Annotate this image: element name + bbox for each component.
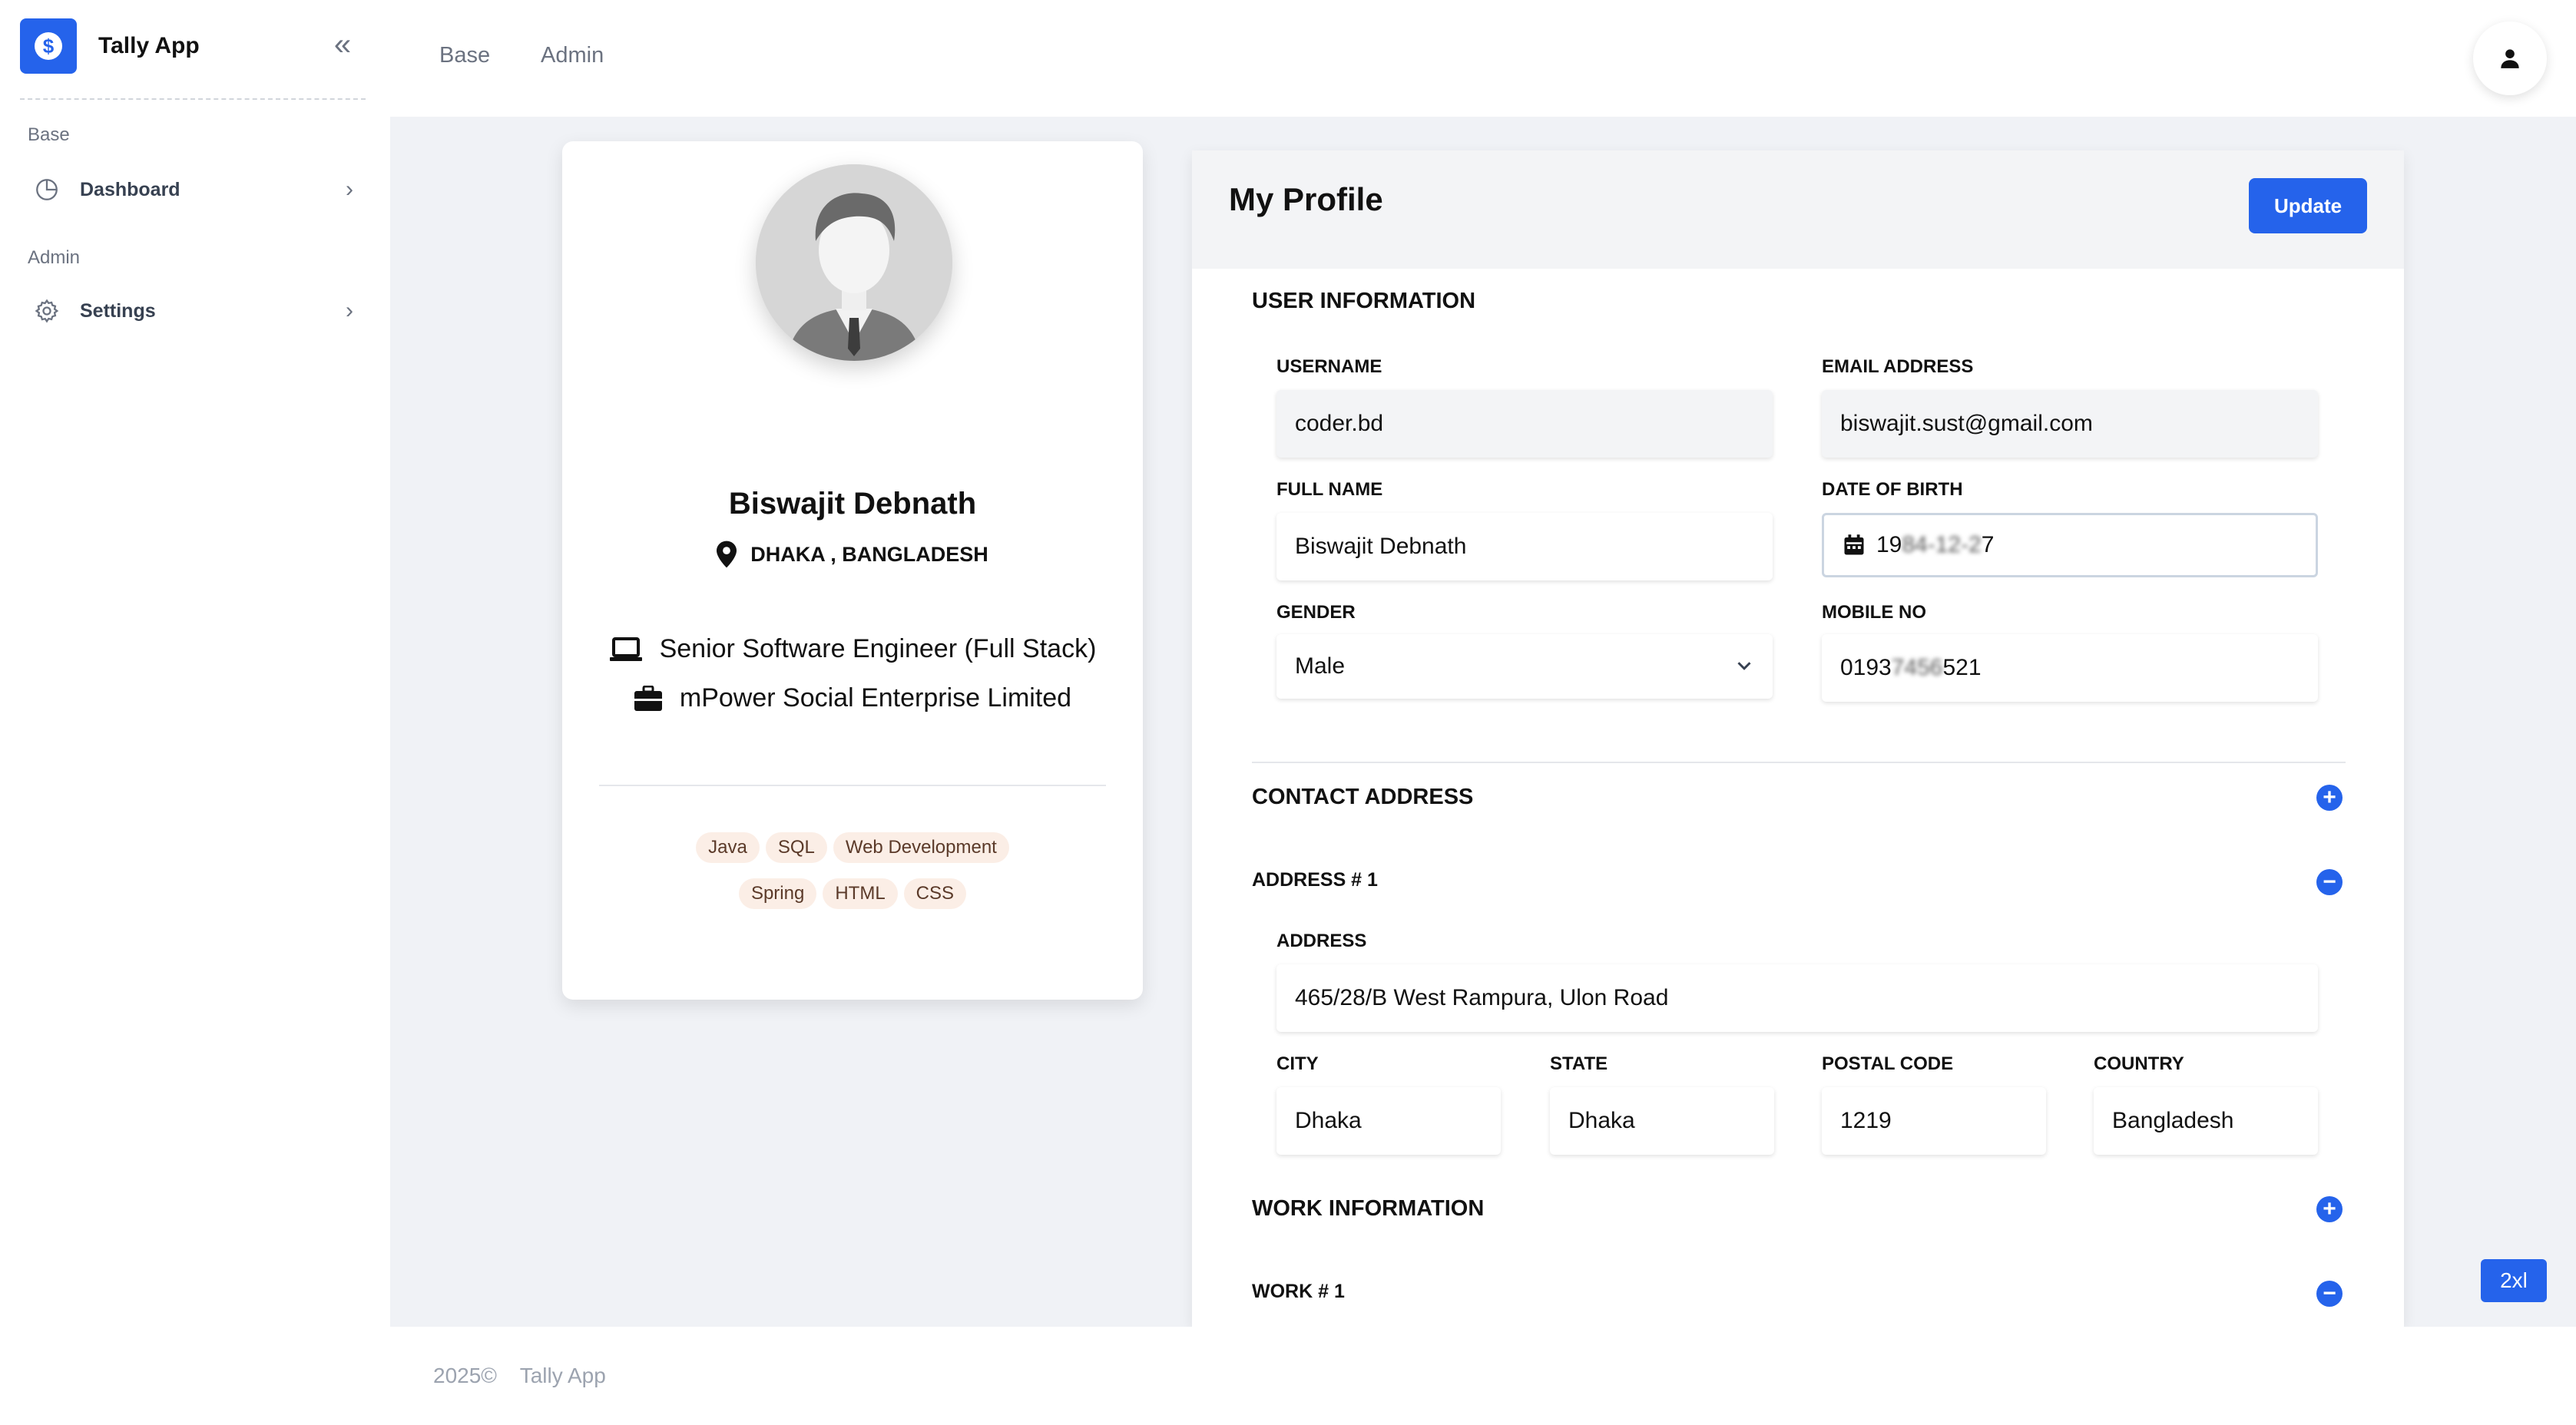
profile-name: Biswajit Debnath	[728, 487, 977, 521]
profile-title: Senior Software Engineer (Full Stack)	[562, 634, 1143, 664]
sidebar-section-admin: Admin	[28, 247, 81, 268]
top-link-admin[interactable]: Admin	[541, 43, 604, 68]
skill-tag: SQL	[765, 832, 827, 863]
main-content: Biswajit Debnath DHAKA , BANGLADESH Seni…	[390, 117, 2576, 1327]
mobile-label: MOBILE NO	[1822, 602, 1926, 623]
calendar-icon	[1844, 534, 1864, 555]
topbar: Base Admin	[390, 0, 2576, 117]
top-link-base[interactable]: Base	[439, 43, 490, 68]
sidebar-item-label: Dashboard	[80, 178, 180, 200]
sidebar-item-label: Settings	[80, 299, 156, 322]
mobile-field[interactable]: 0193 7456 521	[1822, 634, 2318, 702]
collapse-sidebar-icon[interactable]: «	[327, 29, 358, 61]
email-field[interactable]: biswajit.sust@gmail.com	[1822, 390, 2318, 458]
panel-header: My Profile Update	[1192, 150, 2404, 269]
remove-work-icon[interactable]: −	[2316, 1281, 2343, 1307]
footer: 2025© Tally App	[390, 1327, 2576, 1425]
breakpoint-badge: 2xl	[2481, 1259, 2547, 1302]
profile-form-panel: My Profile Update USER INFORMATION USERN…	[1192, 150, 2404, 1327]
location-text: DHAKA , BANGLADESH	[750, 542, 988, 566]
profile-card: Biswajit Debnath DHAKA , BANGLADESH Seni…	[562, 141, 1143, 1000]
country-field[interactable]: Bangladesh	[2094, 1087, 2318, 1155]
user-icon	[2501, 49, 2519, 68]
divider	[20, 98, 366, 100]
gender-value: Male	[1295, 653, 1346, 679]
profile-company: mPower Social Enterprise Limited	[562, 683, 1143, 713]
address-label: ADDRESS	[1276, 931, 1367, 951]
city-field[interactable]: Dhaka	[1276, 1087, 1501, 1155]
user-menu-button[interactable]	[2473, 21, 2547, 95]
divider	[599, 785, 1106, 786]
address-field[interactable]: 465/28/B West Rampura, Ulon Road	[1276, 964, 2318, 1032]
skills-row: Spring HTML CSS	[562, 878, 1143, 909]
page-title: My Profile	[1229, 181, 1383, 217]
username-field[interactable]: coder.bd	[1276, 390, 1773, 458]
sidebar-item-dashboard[interactable]: Dashboard ›	[20, 163, 366, 217]
avatar	[756, 164, 952, 361]
city-label: CITY	[1276, 1053, 1319, 1074]
address-1-title: ADDRESS # 1	[1252, 869, 1378, 891]
postal-code-label: POSTAL CODE	[1822, 1053, 1954, 1074]
mobile-value-masked: 7456	[1891, 655, 1943, 680]
full-name-label: FULL NAME	[1276, 479, 1383, 500]
work-1-title: WORK # 1	[1252, 1281, 1345, 1302]
job-title-text: Senior Software Engineer (Full Stack)	[659, 634, 1097, 663]
dob-value-prefix: 19	[1876, 532, 1902, 557]
skill-tag: Web Development	[833, 832, 1009, 863]
gender-select[interactable]: Male	[1276, 634, 1773, 699]
update-button[interactable]: Update	[2249, 178, 2367, 233]
remove-address-icon[interactable]: −	[2316, 869, 2343, 895]
briefcase-icon	[634, 685, 662, 711]
footer-year: 2025©	[433, 1364, 497, 1387]
chevron-right-icon: ›	[346, 177, 353, 202]
username-label: USERNAME	[1276, 356, 1382, 377]
gender-label: GENDER	[1276, 602, 1356, 623]
section-title-work-information: WORK INFORMATION	[1252, 1196, 1485, 1221]
skill-tag: Spring	[738, 878, 817, 909]
mobile-value-suffix: 521	[1942, 655, 1982, 680]
profile-location: DHAKA , BANGLADESH	[562, 541, 1143, 568]
section-title-user-information: USER INFORMATION	[1252, 289, 1476, 313]
state-label: STATE	[1550, 1053, 1608, 1074]
skill-tag: Java	[696, 832, 760, 863]
sidebar: $ Tally App « Base Dashboard › Admin Set…	[0, 0, 390, 1425]
add-address-icon[interactable]: +	[2316, 785, 2343, 811]
app-name: Tally App	[98, 33, 200, 58]
add-work-icon[interactable]: +	[2316, 1196, 2343, 1222]
skill-tag: HTML	[823, 878, 898, 909]
state-field[interactable]: Dhaka	[1550, 1087, 1774, 1155]
country-label: COUNTRY	[2094, 1053, 2184, 1074]
map-pin-icon	[717, 541, 737, 568]
company-text: mPower Social Enterprise Limited	[679, 683, 1072, 712]
dob-value-masked: 84-12-2	[1902, 532, 1982, 557]
chevron-right-icon: ›	[346, 298, 353, 323]
pie-chart-icon	[20, 177, 74, 203]
footer-text: 2025© Tally App	[433, 1364, 606, 1388]
gear-icon	[20, 298, 74, 324]
full-name-field[interactable]: Biswajit Debnath	[1276, 513, 1773, 580]
chevron-down-icon	[1737, 662, 1751, 670]
date-of-birth-field[interactable]: 19 84-12-2 7	[1822, 513, 2318, 577]
skill-tag: CSS	[903, 878, 967, 909]
dob-label: DATE OF BIRTH	[1822, 479, 1963, 500]
sidebar-section-base: Base	[28, 124, 70, 145]
footer-app-link[interactable]: Tally App	[520, 1364, 606, 1387]
section-title-contact-address: CONTACT ADDRESS	[1252, 785, 1474, 809]
dob-value-suffix: 7	[1981, 532, 1995, 557]
postal-code-field[interactable]: 1219	[1822, 1087, 2046, 1155]
app-logo-icon: $	[20, 18, 77, 74]
sidebar-item-settings[interactable]: Settings ›	[20, 284, 366, 338]
brand[interactable]: $ Tally App «	[20, 18, 366, 74]
mobile-value-prefix: 0193	[1840, 655, 1892, 680]
email-label: EMAIL ADDRESS	[1822, 356, 1974, 377]
skills-row: Java SQL Web Development	[562, 832, 1143, 863]
laptop-icon	[609, 636, 642, 661]
divider	[1252, 762, 2346, 763]
